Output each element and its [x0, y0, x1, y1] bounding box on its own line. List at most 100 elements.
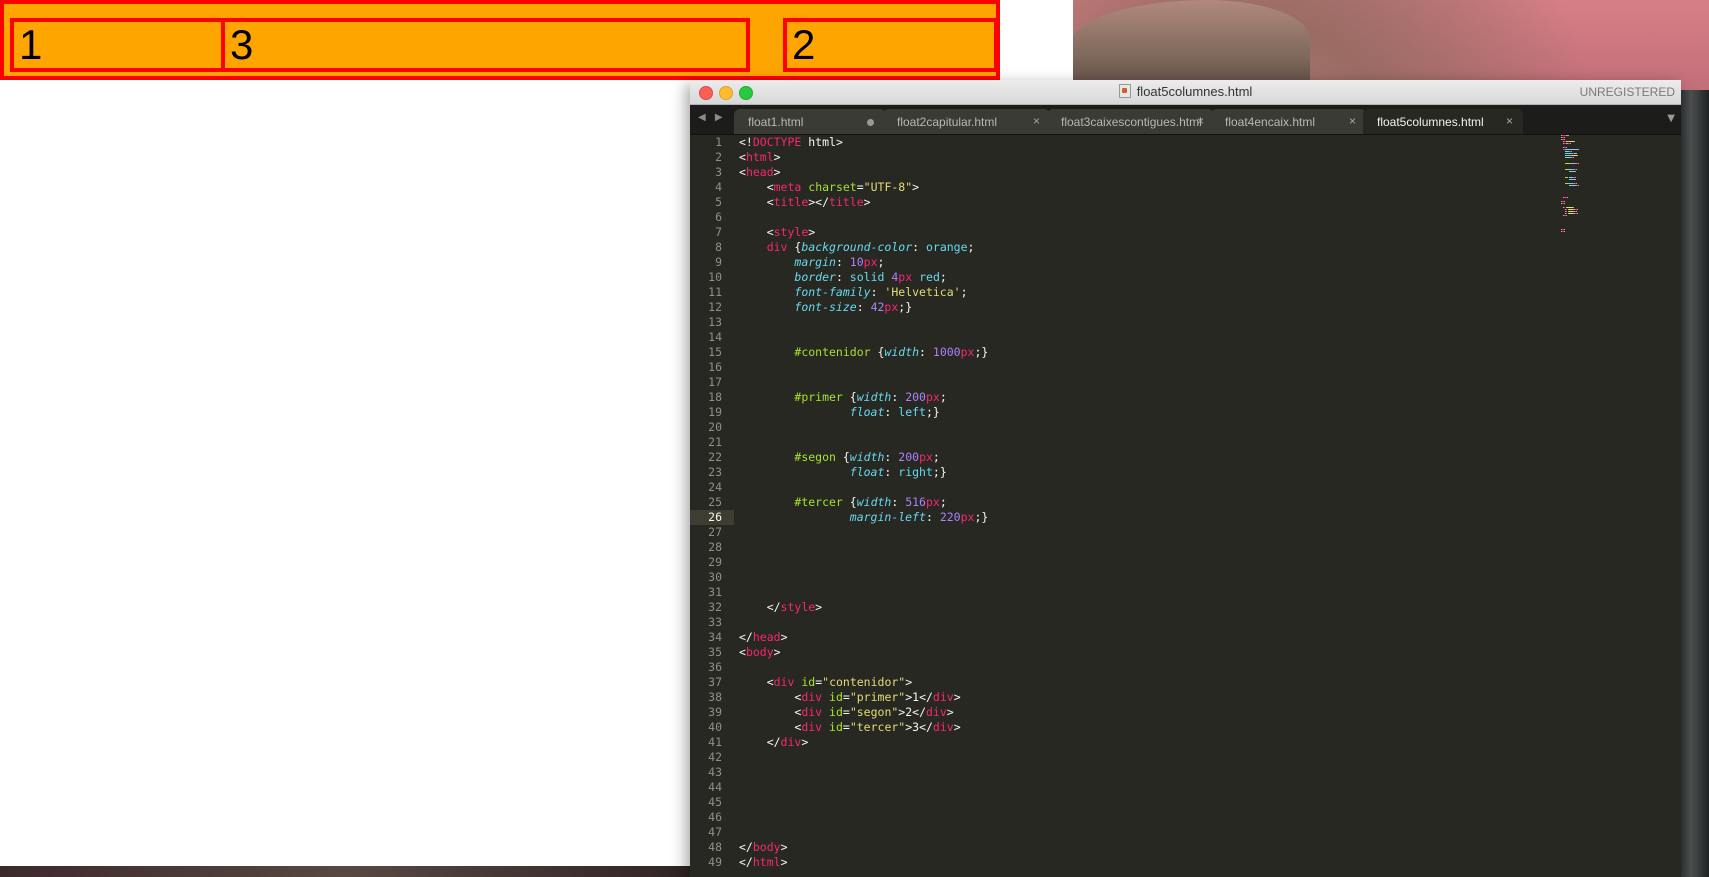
code-token: </ — [739, 600, 781, 614]
code-line[interactable]: <title></title> — [739, 195, 871, 210]
editor-tab[interactable]: float4encaix.html × — [1211, 109, 1366, 134]
close-tab-icon[interactable]: × — [1506, 114, 1513, 128]
close-tab-icon[interactable]: × — [1349, 114, 1356, 128]
code-token: #tercer — [794, 495, 843, 509]
code-token: body — [752, 840, 781, 854]
code-line[interactable]: <div id="tercer">3</div> — [739, 720, 960, 735]
code-token: id — [829, 705, 843, 719]
minimap[interactable] — [1561, 135, 1601, 235]
code-line[interactable]: font-family: 'Helvetica'; — [739, 285, 967, 300]
code-token: html — [745, 150, 774, 164]
code-token: ;} — [898, 300, 913, 314]
code-line[interactable]: <style> — [739, 225, 816, 240]
minimap-stroke — [1565, 149, 1574, 150]
code-line[interactable]: #segon {width: 200px; — [739, 450, 939, 465]
code-line[interactable]: <!DOCTYPE html> — [739, 135, 843, 150]
unregistered-label: UNREGISTERED — [1579, 85, 1675, 99]
code-line[interactable]: margin: 10px; — [739, 255, 884, 270]
code-token: right — [898, 465, 933, 479]
code-token: div — [926, 705, 947, 719]
code-line[interactable]: font-size: 42px;} — [739, 300, 912, 315]
code-line[interactable]: </head> — [739, 630, 788, 645]
code-line[interactable]: <body> — [739, 645, 781, 660]
editor-tab[interactable]: float3caixescontigues.html × — [1047, 109, 1214, 134]
window-titlebar[interactable]: float5columnes.html UNREGISTERED — [690, 80, 1681, 105]
code-line[interactable]: </html> — [739, 855, 788, 870]
code-line[interactable]: #primer {width: 200px; — [739, 390, 946, 405]
primer-box: 1 — [10, 18, 225, 72]
unsaved-dot-icon[interactable] — [867, 119, 874, 126]
code-token: : — [884, 405, 899, 419]
code-token: = — [842, 690, 850, 704]
editor-tab-label: float3caixescontigues.html — [1061, 115, 1202, 129]
tab-nav-arrows-icon[interactable]: ◀ ▶ — [698, 112, 726, 123]
code-line[interactable]: <head> — [739, 165, 781, 180]
minimap-stroke — [1576, 213, 1578, 214]
code-line[interactable]: <div id="segon">2</div> — [739, 705, 954, 720]
code-token: <! — [739, 135, 753, 149]
code-token: head — [752, 630, 781, 644]
code-line[interactable]: margin-left: 220px;} — [739, 510, 989, 525]
close-tab-icon[interactable]: × — [1197, 114, 1204, 128]
code-line[interactable]: </body> — [739, 840, 788, 855]
code-token: width — [849, 450, 885, 464]
code-line[interactable]: </style> — [739, 600, 822, 615]
minimap-stroke — [1575, 169, 1577, 170]
code-token: : — [925, 510, 940, 524]
minimap-stroke — [1565, 215, 1567, 216]
editor-tab[interactable]: float5columnes.html × — [1363, 109, 1523, 134]
code-line[interactable]: #tercer {width: 516px; — [739, 495, 946, 510]
line-number: 49 — [708, 855, 722, 869]
code-line[interactable]: border: solid 4px red; — [739, 270, 947, 285]
code-token: ;} — [932, 465, 947, 479]
line-number: 13 — [708, 315, 722, 329]
line-number: 27 — [708, 525, 722, 539]
line-number: 41 — [708, 735, 722, 749]
code-token: : — [891, 390, 906, 404]
code-token: > — [946, 705, 954, 719]
code-token: > — [780, 840, 788, 854]
code-token: ; — [939, 270, 947, 284]
code-line[interactable]: <meta charset="UTF-8"> — [739, 180, 919, 195]
editor-tab[interactable]: float2capitular.html × — [883, 109, 1050, 134]
code-token: >2</ — [898, 705, 926, 719]
code-line[interactable]: <html> — [739, 150, 781, 165]
line-number: 36 — [708, 660, 722, 674]
code-line[interactable]: float: left;} — [739, 405, 940, 420]
minimap-stroke — [1574, 171, 1576, 172]
code-token: margin-left — [849, 510, 926, 524]
minimap-stroke — [1566, 147, 1567, 148]
code-line[interactable]: <div id="primer">1</div> — [739, 690, 960, 705]
code-token: title — [829, 195, 864, 209]
minimap-stroke — [1565, 183, 1569, 184]
code-line[interactable]: div {background-color: orange; — [739, 240, 975, 255]
editor-tab[interactable]: float1.html — [734, 109, 886, 134]
code-line[interactable]: <div id="contenidor"> — [739, 675, 912, 690]
code-line[interactable]: </div> — [739, 735, 809, 750]
minimap-stroke — [1563, 203, 1565, 204]
segon-box: 2 — [783, 18, 998, 72]
close-tab-icon[interactable]: × — [1033, 114, 1040, 128]
tab-list-menu-icon[interactable]: ▼ — [1667, 113, 1675, 124]
code-token: { — [870, 345, 885, 359]
line-number-gutter: 1 2 3 4 5 6 7 8 9 10 11 12 13 14 15 16 17 18 19 20 21 22 23 24 2… — [690, 135, 734, 877]
code-token: : — [919, 345, 933, 359]
code-token: div — [932, 690, 954, 704]
sublime-text-window[interactable]: float5columnes.html UNREGISTERED ◀ ▶ flo… — [690, 80, 1681, 877]
code-token: < — [739, 705, 802, 719]
line-number: 28 — [708, 540, 722, 554]
minimap-stroke — [1562, 135, 1566, 136]
code-token: div — [801, 720, 823, 734]
code-line[interactable]: float: right;} — [739, 465, 947, 480]
line-number: 26 — [708, 510, 722, 524]
code-token: 200 — [898, 450, 920, 464]
line-number: 2 — [715, 150, 722, 164]
code-line[interactable]: #contenidor {width: 1000px;} — [739, 345, 988, 360]
code-token: body — [745, 645, 774, 659]
code-token: font-size — [794, 300, 857, 314]
line-number: 16 — [708, 360, 722, 374]
code-editor[interactable]: 1 2 3 4 5 6 7 8 9 10 11 12 13 14 15 16 17 18 19 20 21 22 23 24 2… — [690, 135, 1681, 877]
